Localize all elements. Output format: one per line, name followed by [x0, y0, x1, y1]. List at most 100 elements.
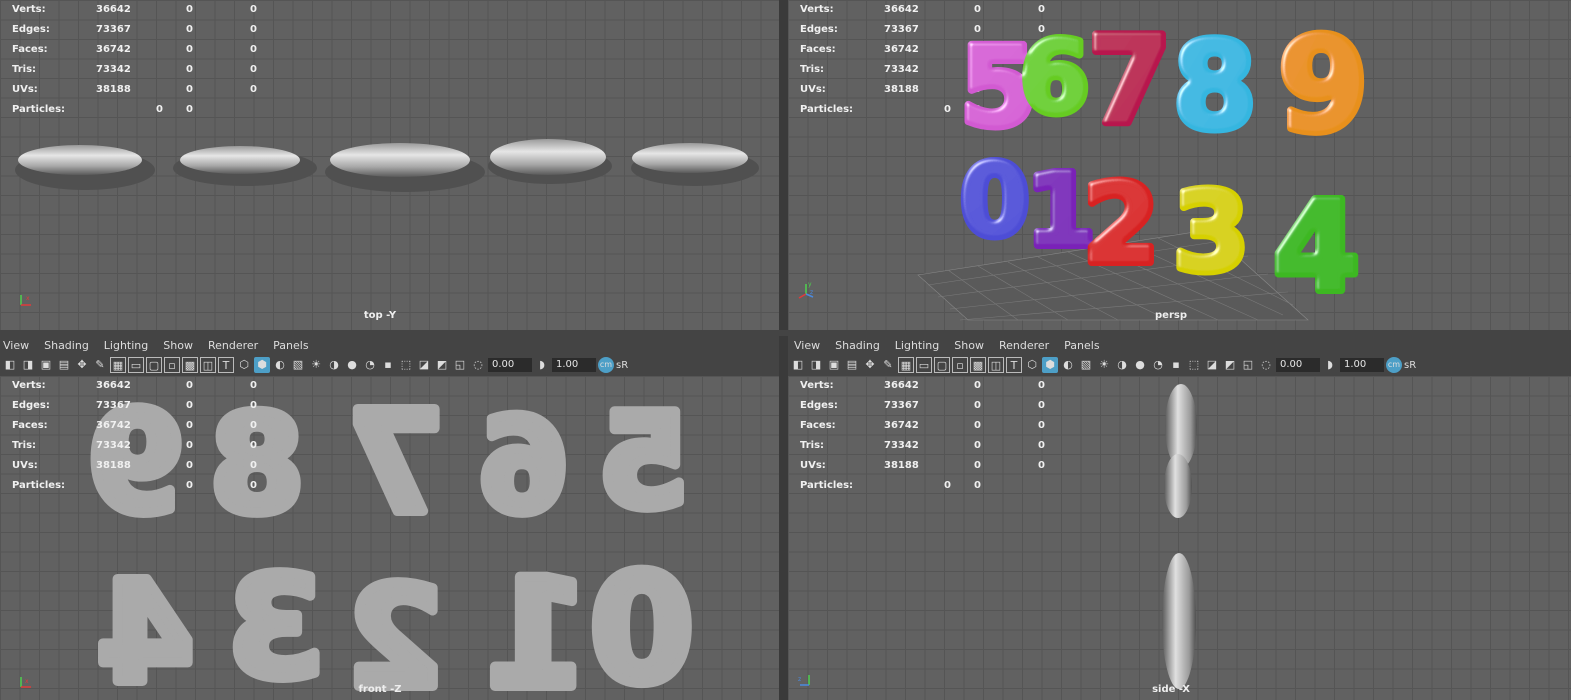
menu-view[interactable]: View — [794, 339, 820, 352]
gate-mask-icon[interactable]: ▫ — [952, 357, 968, 373]
color-space-label[interactable]: sR — [616, 360, 628, 371]
screen-space-ao-icon[interactable]: ● — [1132, 357, 1148, 373]
isolate-select-icon[interactable]: ⬚ — [398, 357, 414, 373]
xray-icon[interactable]: ◪ — [416, 357, 432, 373]
safe-action-icon[interactable]: ◫ — [200, 357, 216, 373]
grease-pencil-icon[interactable]: ✎ — [92, 357, 108, 373]
default-material-icon[interactable]: ◐ — [1060, 357, 1076, 373]
mirrored-digit-4[interactable]: 4 — [92, 547, 199, 700]
menu-renderer[interactable]: Renderer — [208, 339, 258, 352]
color-management-icon[interactable]: cm — [1386, 357, 1402, 373]
gamma-icon[interactable]: ◗ — [1322, 357, 1338, 373]
menu-shading[interactable]: Shading — [835, 339, 880, 352]
shadows-icon[interactable]: ◑ — [326, 357, 342, 373]
bookmark-icon[interactable]: ▣ — [38, 357, 54, 373]
digit-2[interactable]: 2 — [1079, 156, 1164, 292]
digit-8[interactable]: 8 — [1169, 14, 1261, 161]
gamma-field[interactable]: 1.00 — [1340, 358, 1384, 372]
menu-lighting[interactable]: Lighting — [104, 339, 148, 352]
mirrored-digit-0[interactable]: 0 — [585, 538, 699, 700]
mirrored-digit-6[interactable]: 6 — [474, 385, 574, 547]
screen-space-ao-icon[interactable]: ● — [344, 357, 360, 373]
pane-divider-vertical[interactable] — [779, 0, 788, 700]
motion-blur-icon[interactable]: ◔ — [362, 357, 378, 373]
viewport-front[interactable]: 5 6 7 8 9 0 1 2 3 4 Verts: 36642 0 0 Edges:… — [0, 376, 779, 700]
xray-icon[interactable]: ◪ — [1204, 357, 1220, 373]
safe-title-icon[interactable]: T — [218, 357, 234, 373]
menu-panels[interactable]: Panels — [273, 339, 308, 352]
wireframe-icon[interactable]: ⬡ — [236, 357, 252, 373]
smooth-shade-icon[interactable]: ⬢ — [254, 357, 270, 373]
hud-value: 0 — [186, 420, 193, 431]
mirrored-digit-7[interactable]: 7 — [342, 377, 449, 550]
digit-3[interactable]: 3 — [1169, 164, 1254, 300]
hud-value: 0 — [944, 480, 951, 491]
mirrored-digit-5[interactable]: 5 — [594, 380, 694, 542]
digit-4[interactable]: 4 — [1269, 171, 1364, 324]
image-plane-icon[interactable]: ▤ — [56, 357, 72, 373]
camera-attributes-icon[interactable]: ◨ — [808, 357, 824, 373]
image-plane-icon[interactable]: ▤ — [844, 357, 860, 373]
viewport-top[interactable]: Verts: 36642 0 0 Edges: 73367 0 0 Faces: 36742 0… — [0, 0, 779, 330]
exposure-icon[interactable]: ◌ — [1258, 357, 1274, 373]
exposure-icon[interactable]: ◌ — [470, 357, 486, 373]
gate-mask-icon[interactable]: ▫ — [164, 357, 180, 373]
film-gate-icon[interactable]: ▭ — [916, 357, 932, 373]
multisample-aa-icon[interactable]: ▪ — [1168, 357, 1184, 373]
digit-7[interactable]: 7 — [1084, 8, 1176, 155]
wireframe-icon[interactable]: ⬡ — [1024, 357, 1040, 373]
isolate-select-icon[interactable]: ⬚ — [1186, 357, 1202, 373]
menu-panels[interactable]: Panels — [1064, 339, 1099, 352]
hud-value: 73342 — [96, 64, 131, 75]
grease-pencil-icon[interactable]: ✎ — [880, 357, 896, 373]
camera-icon[interactable]: ◧ — [2, 357, 18, 373]
default-material-icon[interactable]: ◐ — [272, 357, 288, 373]
two-d-pan-icon[interactable]: ✥ — [862, 357, 878, 373]
menu-shading[interactable]: Shading — [44, 339, 89, 352]
xray-joints-icon[interactable]: ◩ — [1222, 357, 1238, 373]
xray-joints-icon[interactable]: ◩ — [434, 357, 450, 373]
mirrored-digit-3[interactable]: 3 — [222, 542, 329, 700]
field-chart-icon[interactable]: ▩ — [970, 357, 986, 373]
menu-show[interactable]: Show — [954, 339, 984, 352]
mirrored-digit-1[interactable]: 1 — [480, 543, 594, 700]
two-d-pan-icon[interactable]: ✥ — [74, 357, 90, 373]
safe-action-icon[interactable]: ◫ — [988, 357, 1004, 373]
grid-icon[interactable]: ▦ — [898, 357, 914, 373]
menu-view[interactable]: View — [3, 339, 29, 352]
menu-show[interactable]: Show — [163, 339, 193, 352]
menu-renderer[interactable]: Renderer — [999, 339, 1049, 352]
gamma-field[interactable]: 1.00 — [552, 358, 596, 372]
viewport-persp[interactable]: Verts: 36642 0 0 Edges: 73367 0 0 Faces: 36742 0… — [788, 0, 1571, 330]
viewport-side[interactable]: Verts: 36642 0 0 Edges: 73367 0 0 Faces: 36742 0… — [788, 376, 1571, 700]
camera-attributes-icon[interactable]: ◨ — [20, 357, 36, 373]
film-gate-icon[interactable]: ▭ — [128, 357, 144, 373]
smooth-shade-icon[interactable]: ⬢ — [1042, 357, 1058, 373]
shadows-icon[interactable]: ◑ — [1114, 357, 1130, 373]
gamma-icon[interactable]: ◗ — [534, 357, 550, 373]
safe-title-icon[interactable]: T — [1006, 357, 1022, 373]
textured-icon[interactable]: ▧ — [290, 357, 306, 373]
exposure-field[interactable]: 0.00 — [488, 358, 532, 372]
lights-icon[interactable]: ☀ — [1096, 357, 1112, 373]
textured-icon[interactable]: ▧ — [1078, 357, 1094, 373]
xray-components-icon[interactable]: ◱ — [452, 357, 468, 373]
field-chart-icon[interactable]: ▩ — [182, 357, 198, 373]
xray-components-icon[interactable]: ◱ — [1240, 357, 1256, 373]
digit-9[interactable]: 9 — [1274, 5, 1372, 165]
digit-6[interactable]: 6 — [1016, 15, 1094, 140]
lights-icon[interactable]: ☀ — [308, 357, 324, 373]
exposure-field[interactable]: 0.00 — [1276, 358, 1320, 372]
color-space-label[interactable]: sR — [1404, 360, 1416, 371]
camera-icon[interactable]: ◧ — [790, 357, 806, 373]
motion-blur-icon[interactable]: ◔ — [1150, 357, 1166, 373]
grid-icon[interactable]: ▦ — [110, 357, 126, 373]
resolution-gate-icon[interactable]: ▢ — [146, 357, 162, 373]
resolution-gate-icon[interactable]: ▢ — [934, 357, 950, 373]
menu-lighting[interactable]: Lighting — [895, 339, 939, 352]
color-management-icon[interactable]: cm — [598, 357, 614, 373]
digit-0[interactable]: 0 — [956, 138, 1034, 263]
mirrored-digit-2[interactable]: 2 — [342, 552, 449, 700]
multisample-aa-icon[interactable]: ▪ — [380, 357, 396, 373]
bookmark-icon[interactable]: ▣ — [826, 357, 842, 373]
